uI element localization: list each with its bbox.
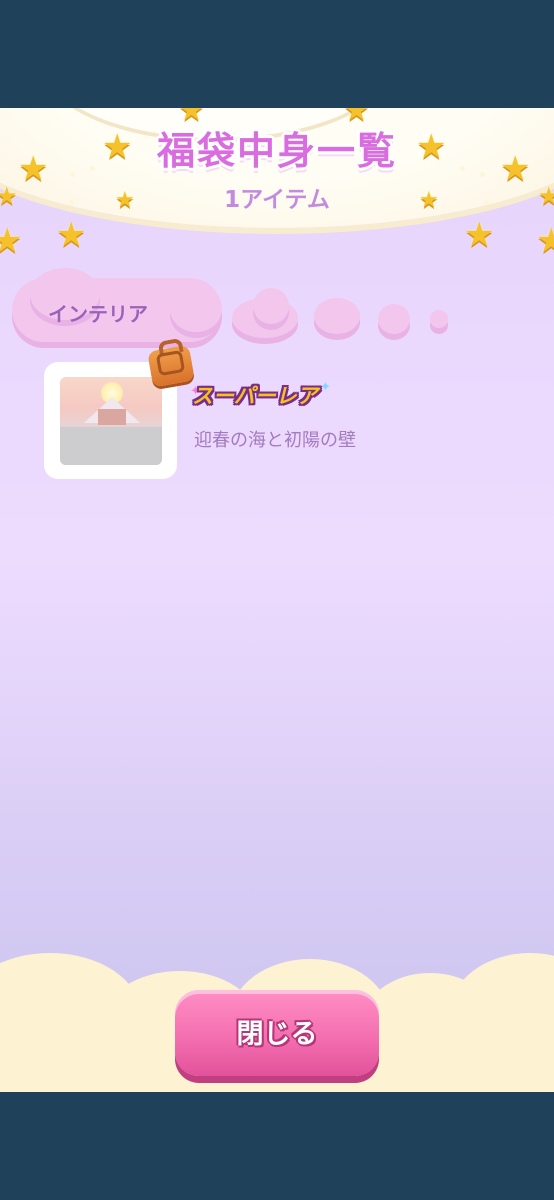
rarity-badge: スーパーレア	[192, 384, 318, 408]
star-icon: ★	[0, 221, 23, 261]
house-shape	[98, 409, 126, 425]
close-button[interactable]: 閉じる	[175, 990, 379, 1076]
star-icon: ★	[464, 215, 495, 255]
close-button-label: 閉じる	[236, 1019, 318, 1049]
cloud-bubble	[430, 310, 448, 328]
bottom-letterbox	[0, 1092, 554, 1200]
cloud-bubble	[253, 288, 289, 324]
category-cloud	[170, 286, 222, 332]
item-name: 迎春の海と初陽の壁	[194, 430, 356, 451]
item-count: 1アイテム	[224, 187, 330, 213]
category-label: インテリア	[48, 302, 148, 326]
cloud-bubble	[378, 304, 410, 334]
top-letterbox	[0, 0, 554, 108]
star-icon: ★	[536, 221, 554, 261]
sparkle-icon: ✦	[320, 380, 331, 395]
bag-icon	[147, 344, 195, 388]
star-icon: ★	[56, 215, 87, 255]
item-thumbnail	[60, 377, 162, 465]
gift-bag-contents-panel: ★ ★ ★ ★ ★ ★ ★ ★ ★ ★ ★ ★ ★ ★ 福袋中身一覧 1アイテム…	[0, 108, 554, 1092]
cloud-bubble	[314, 298, 360, 334]
floor-shape	[60, 427, 162, 465]
page-title: 福袋中身一覧	[156, 129, 397, 173]
